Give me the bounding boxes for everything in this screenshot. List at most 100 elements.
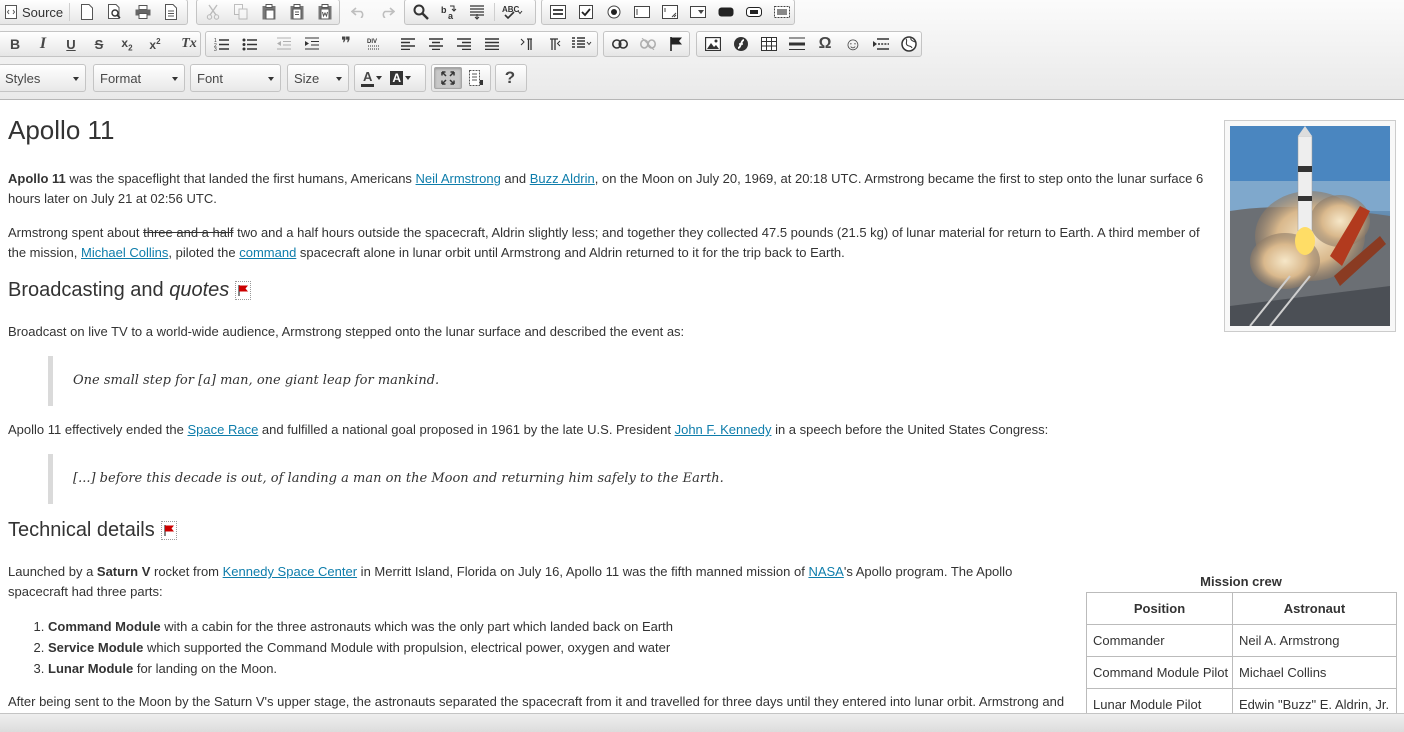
smiley-icon: ☺ [843, 33, 863, 54]
unlink-button[interactable] [634, 33, 662, 55]
bulleted-list-button[interactable] [236, 33, 264, 55]
imagebutton-button[interactable] [740, 1, 768, 23]
checkbox-button[interactable] [572, 1, 600, 23]
editing-toolgroup: ba ABC [404, 0, 536, 25]
align-center-button[interactable] [422, 33, 450, 55]
bold-button[interactable]: B [1, 33, 29, 55]
strike-icon: S [94, 36, 104, 52]
forms-toolgroup [541, 0, 795, 25]
button-button[interactable] [712, 1, 740, 23]
intro-paragraph: Apollo 11 was the spaceflight that lande… [8, 169, 1213, 209]
rtl-button[interactable] [540, 33, 568, 55]
image-button[interactable] [699, 33, 727, 55]
preview-button[interactable] [101, 1, 129, 23]
link-michael-collins[interactable]: Michael Collins [81, 245, 168, 260]
print-button[interactable] [129, 1, 157, 23]
align-left-button[interactable] [394, 33, 422, 55]
hidden-field-button[interactable] [768, 1, 796, 23]
remove-format-button[interactable]: Tx [175, 33, 203, 55]
quote-kennedy-text: [...] before this decade is out, of land… [73, 471, 724, 486]
unlink-icon [640, 38, 656, 50]
link-neil-armstrong[interactable]: Neil Armstrong [416, 171, 501, 186]
help-button[interactable]: ? [498, 67, 522, 89]
select-all-button[interactable] [463, 1, 491, 23]
textfield-button[interactable] [628, 1, 656, 23]
italic-button[interactable]: I [29, 33, 57, 55]
ltr-button[interactable] [512, 33, 540, 55]
table-cell: Edwin "Buzz" E. Aldrin, Jr. [1232, 688, 1397, 713]
div-icon: DIV [367, 37, 381, 51]
anchor-flag-icon[interactable] [235, 280, 252, 300]
outdent-button[interactable] [270, 33, 298, 55]
launch-text-3: in Merritt Island, Florida on July 16, A… [357, 564, 809, 579]
source-button[interactable]: Source [1, 1, 66, 23]
format-combo[interactable]: Format [93, 64, 185, 92]
bg-color-button[interactable]: A [386, 67, 415, 89]
cut-button[interactable] [199, 1, 227, 23]
language-button[interactable] [568, 33, 596, 55]
align-right-button[interactable] [450, 33, 478, 55]
table-button[interactable] [755, 33, 783, 55]
spellcheck-button[interactable]: ABC [498, 1, 528, 23]
link-button[interactable] [606, 33, 634, 55]
link-command[interactable]: command [239, 245, 296, 260]
underline-button[interactable]: U [57, 33, 85, 55]
chevron-down-icon [405, 76, 412, 80]
saturn-v-launch-image [1230, 126, 1390, 326]
page-break-button[interactable] [867, 33, 895, 55]
iframe-button[interactable] [895, 33, 923, 55]
show-blocks-icon [469, 70, 483, 86]
div-button[interactable]: DIV [360, 33, 388, 55]
font-combo[interactable]: Font [190, 64, 281, 92]
strike-button[interactable]: S [85, 33, 113, 55]
smiley-button[interactable]: ☺ [839, 33, 867, 55]
select-button[interactable] [684, 1, 712, 23]
source-icon [4, 5, 18, 19]
form-button[interactable] [544, 1, 572, 23]
link-space-race[interactable]: Space Race [187, 422, 258, 437]
copy-button[interactable] [227, 1, 255, 23]
anchor-button[interactable] [662, 33, 690, 55]
link-nasa[interactable]: NASA [808, 564, 843, 579]
undo-button[interactable] [345, 1, 373, 23]
text-color-button[interactable]: A [357, 67, 386, 89]
radio-button[interactable] [600, 1, 628, 23]
link-john-f-kennedy[interactable]: John F. Kennedy [675, 422, 772, 437]
special-char-button[interactable]: Ω [811, 33, 839, 55]
numbered-list-button[interactable]: 123 [208, 33, 236, 55]
flash-button[interactable] [727, 33, 755, 55]
justify-button[interactable] [478, 33, 506, 55]
chevron-down-icon [336, 77, 342, 81]
size-combo-label: Size [294, 70, 320, 86]
paste-text-button[interactable] [283, 1, 311, 23]
separator [69, 3, 70, 21]
styles-combo[interactable]: Styles [0, 64, 86, 92]
blockquote-icon: ❞ [341, 34, 351, 53]
redo-button[interactable] [373, 1, 401, 23]
link-buzz-aldrin[interactable]: Buzz Aldrin [530, 171, 595, 186]
struck-text: three and a half [143, 225, 234, 240]
superscript-button[interactable]: x2 [141, 33, 169, 55]
chevron-down-icon [73, 77, 79, 81]
find-button[interactable] [407, 1, 435, 23]
replace-button[interactable]: ba [435, 1, 463, 23]
link-kennedy-space-center[interactable]: Kennedy Space Center [223, 564, 357, 579]
paste-button[interactable] [255, 1, 283, 23]
indent-button[interactable] [298, 33, 326, 55]
chevron-down-icon [268, 77, 274, 81]
show-blocks-button[interactable] [462, 67, 490, 89]
textarea-button[interactable] [656, 1, 684, 23]
anchor-flag-icon[interactable] [160, 520, 177, 540]
subscript-button[interactable]: x2 [113, 33, 141, 55]
horizontal-rule-button[interactable] [783, 33, 811, 55]
image-button-icon [746, 7, 762, 17]
paste-word-button[interactable] [311, 1, 339, 23]
templates-button[interactable] [157, 1, 185, 23]
size-combo[interactable]: Size [287, 64, 349, 92]
editor-content[interactable]: Apollo 11 Apollo 11 was the spaceflight … [0, 100, 1404, 713]
editor-toolbar: Source ba ABC B I U S x2 x2 Tx 1 2 3 ❞ D… [0, 0, 1404, 100]
textarea-icon [662, 5, 678, 19]
new-page-button[interactable] [73, 1, 101, 23]
maximize-button[interactable] [434, 67, 462, 89]
blockquote-button[interactable]: ❞ [332, 33, 360, 55]
